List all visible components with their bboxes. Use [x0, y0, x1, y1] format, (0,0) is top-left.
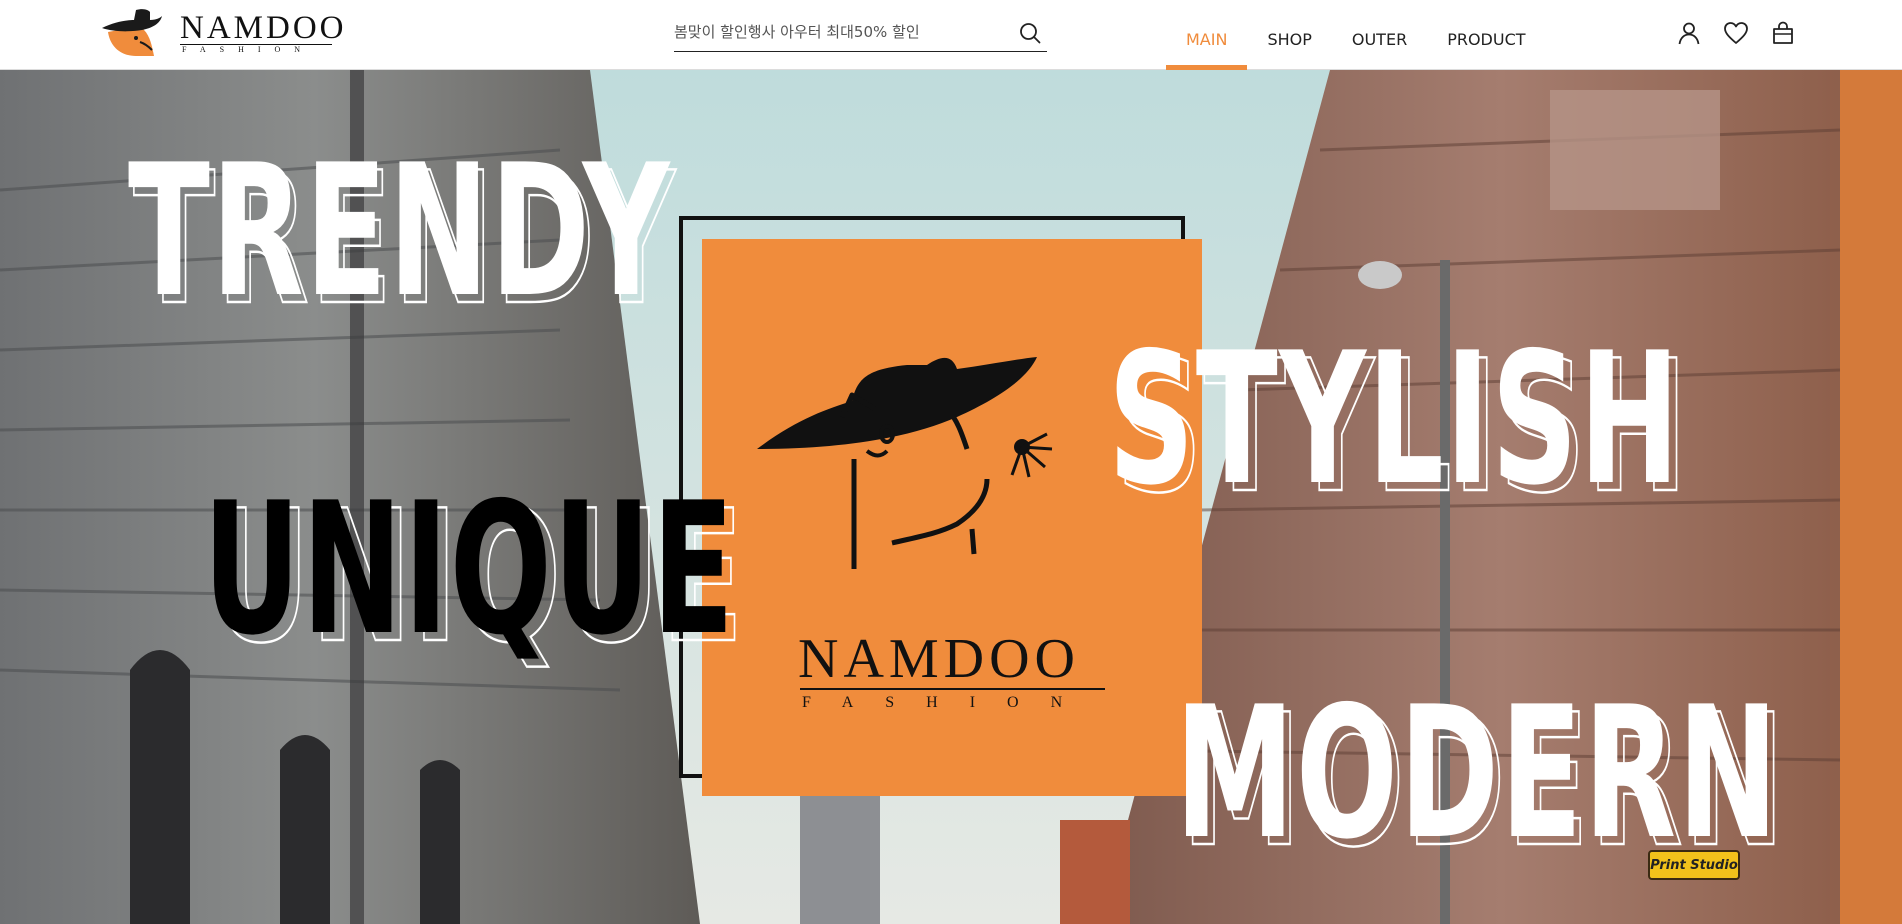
hero-word-unique-text: UNIQUE: [203, 463, 736, 675]
main-nav: MAIN SHOP OUTER PRODUCT: [1166, 0, 1546, 70]
header-actions: [1676, 20, 1796, 46]
nav-outer[interactable]: OUTER: [1332, 0, 1427, 70]
search-icon: [1020, 23, 1041, 44]
wishlist-button[interactable]: [1723, 20, 1749, 46]
hero-word-modern: MODERN MODERN: [1175, 682, 1785, 873]
user-icon: [1678, 22, 1700, 45]
cart-button[interactable]: [1770, 20, 1796, 46]
heart-icon: [1724, 22, 1748, 44]
nav-product[interactable]: PRODUCT: [1427, 0, 1545, 70]
card-brand-name: NAMDOO: [798, 628, 1080, 690]
account-button[interactable]: [1676, 20, 1702, 46]
hero-word-stylish-text: STYLISH: [1108, 313, 1681, 525]
nav-shop[interactable]: SHOP: [1247, 0, 1331, 70]
hero-word-modern-text: MODERN: [1175, 667, 1780, 879]
shopping-bag-icon: [1773, 21, 1793, 44]
fox-with-hat-icon: [102, 9, 162, 56]
hero-word-unique: UNIQUE UNIQUE: [203, 478, 744, 669]
brand-logo[interactable]: NAMDOO FASHION: [100, 6, 344, 60]
print-studio-sign: Print Studio: [1648, 850, 1740, 880]
logo-tagline: FASHION: [182, 45, 315, 54]
card-divider: [800, 688, 1105, 690]
hero-word-trendy: TRENDY TRENDY: [128, 140, 676, 331]
hero-word-trendy-text: TRENDY: [128, 125, 671, 337]
nav-main[interactable]: MAIN: [1166, 0, 1248, 70]
logo-name: NAMDOO: [180, 10, 347, 46]
hero-word-stylish: STYLISH STYLISH: [1108, 328, 1688, 519]
search-input[interactable]: [674, 20, 1004, 44]
card-tagline: FASHION: [802, 694, 1095, 711]
search-button[interactable]: [1017, 20, 1043, 46]
search-bar: [674, 14, 1047, 52]
hero-banner: TRENDY TRENDY NAMDOO FASHION UNIQUE UNIQ…: [0, 70, 1902, 924]
fox-with-hat-icon: [757, 357, 1053, 569]
site-header: NAMDOO FASHION MAIN SHOP OUTER PRODUCT: [0, 0, 1902, 70]
